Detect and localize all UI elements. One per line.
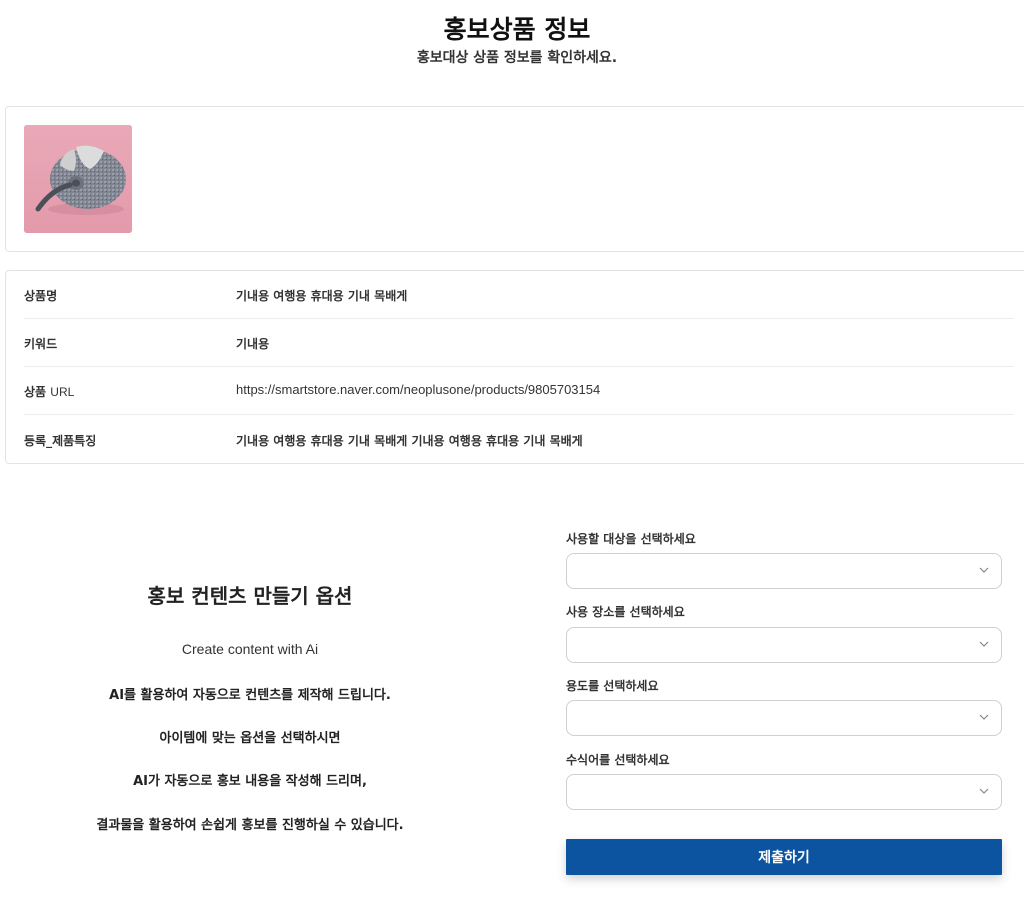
info-label: 상품명 [24,289,58,303]
info-label-en: URL [50,385,75,399]
info-label: 등록_제품특징 [24,434,97,448]
product-info-table: 상품명 기내용 여행용 휴대용 기내 목배게 키워드 기내용 상품 URL ht… [5,270,1024,464]
product-url-link[interactable]: https://smartstore.naver.com/neoplusone/… [236,382,600,397]
purpose-label: 용도를 선택하세요 [566,679,659,693]
intro-en: Create content with Ai [181,641,319,657]
intro-line: AI를 활용하여 자동으로 컨텐츠를 제작해 드립니다. [109,688,391,703]
page-subtitle: 홍보대상 상품 정보를 확인하세요. [416,50,618,66]
options-title: 홍보 컨텐츠 만들기 옵션 [147,584,353,608]
target-select[interactable] [566,553,1002,589]
product-image-card [5,106,1024,252]
info-row-keyword: 키워드 기내용 [24,319,1014,367]
submit-button[interactable]: 제출하기 [566,839,1002,875]
info-row-product-name: 상품명 기내용 여행용 휴대용 기내 목배게 [24,271,1014,319]
info-label: 상품 URL [24,383,74,400]
info-row-features: 등록_제품특징 기내용 여행용 휴대용 기내 목배게 기내용 여행용 휴대용 기… [24,416,1014,464]
modifier-label: 수식어를 선택하세요 [566,753,670,767]
target-label: 사용할 대상을 선택하세요 [566,532,696,546]
place-label: 사용 장소를 선택하세요 [566,605,685,619]
info-label-ko: 상품 [24,385,47,399]
purpose-select[interactable] [566,700,1002,736]
modifier-select[interactable] [566,774,1002,810]
chevron-down-icon [979,788,989,794]
info-label: 키워드 [24,337,58,351]
travel-neck-pillow-photo [24,125,132,233]
keyword-value: 기내용 [236,337,270,351]
chevron-down-icon [979,714,989,720]
info-row-url: 상품 URL https://smartstore.naver.com/neop… [24,367,1014,415]
intro-line: 결과물을 활용하여 손쉽게 홍보를 진행하실 수 있습니다. [96,818,404,833]
chevron-down-icon [979,641,989,647]
intro-line: AI가 자동으로 홍보 내용을 작성해 드리며, [133,774,367,789]
place-select[interactable] [566,627,1002,663]
intro-line: 아이템에 맞는 옵션을 선택하시면 [159,731,341,746]
features-value: 기내용 여행용 휴대용 기내 목배게 기내용 여행용 휴대용 기내 목배게 [236,434,583,448]
product-name-value: 기내용 여행용 휴대용 기내 목배게 [236,289,408,303]
page-title: 홍보상품 정보 [443,15,591,44]
product-image[interactable] [24,125,132,233]
chevron-down-icon [979,567,989,573]
